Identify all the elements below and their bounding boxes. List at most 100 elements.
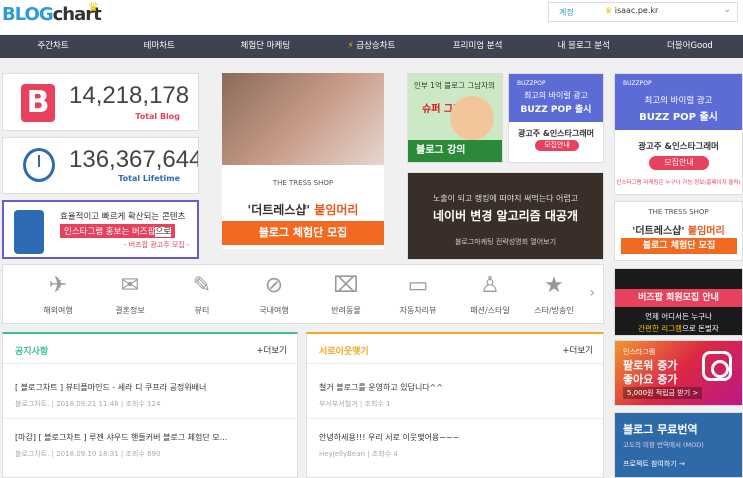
right-buzz2-line1: 언제 어디서든 누구나 bbox=[645, 312, 712, 321]
right-insta-ad[interactable]: 인스타그램 팔로워 증가 좋아요 증가 5,000원 적립금 받기 > bbox=[614, 340, 743, 406]
account-name: isaac.pe.kr bbox=[614, 6, 659, 15]
naver-algorithm-ad[interactable]: 노출이 되고 랭킹에 떠야지 써먹는다 어렵고 네이버 변경 알고리즘 대공개 … bbox=[407, 172, 604, 260]
bolt-icon: ⚡ bbox=[347, 41, 354, 51]
nav-item-premium[interactable]: 프리미엄 분석 bbox=[425, 35, 531, 58]
right-blue-line2: 고도의 미항 번역에서 (MOD) bbox=[623, 441, 704, 449]
green-ad-line1: 인부 1억 블로그 그남자의 bbox=[414, 81, 495, 90]
bone-icon: ⌧ bbox=[333, 273, 359, 298]
right-tress-recruit-button[interactable]: 블로그 체험단 모집 bbox=[621, 238, 737, 254]
stopwatch-icon bbox=[23, 148, 55, 182]
ad-insta-line2-highlight: 인스타그램 홍보는 버즈팝 bbox=[64, 227, 156, 237]
post-meta: HeyJellyBean | 조회수 4 bbox=[319, 450, 398, 458]
right-buzzpop-brand: BUZZPOP bbox=[623, 80, 652, 87]
right-tress-title-a: '더트레스샵' bbox=[632, 226, 685, 237]
account-dropdown[interactable]: 계정 ♛ isaac.pe.kr ⌄ bbox=[548, 2, 738, 22]
tress-title-a: '더트레스샵' bbox=[247, 203, 311, 217]
buzzpop-insta-ad[interactable]: 효율적이고 빠르게 확산되는 콘텐츠 인스타그램 홍보는 버즈팝으로 - 버즈팝… bbox=[2, 200, 199, 259]
category-label: 해외여행 bbox=[43, 306, 73, 315]
nav-item-theme[interactable]: 테마차트 bbox=[106, 35, 212, 58]
right-insta-line4[interactable]: 5,000원 적립금 받기 > bbox=[623, 387, 703, 399]
buzzpop-small-ad[interactable]: BUZZPOP 최고의 바이럴 광고 BUZZ POP 출시 광고주 &인스타그… bbox=[508, 73, 604, 163]
chevron-down-icon: ⌄ bbox=[723, 5, 731, 15]
neighbor-header: 서로이웃맺기 +더보기 bbox=[307, 334, 603, 364]
dress-icon: ♙ bbox=[480, 273, 500, 298]
compass-icon: ⊘ bbox=[264, 273, 284, 298]
right-buzzpop-member-ad[interactable]: 버즈팝 회원모집 안내 언제 어디서든 누구나 간편한 리그램으로 돈벌자 bbox=[614, 268, 743, 336]
category-travel-domestic[interactable]: ⊘ 국내여행 bbox=[243, 271, 305, 316]
tress-title: '더트레스샵' 붙임머리 bbox=[222, 201, 384, 218]
dark-ad-line3: 블로그마케팅 전략성명회 열어보기 bbox=[454, 238, 557, 246]
main-nav: 주간차트 테마차트 체험단 마케팅 ⚡ 급상승차트 프리미엄 분석 내 블로그 … bbox=[0, 35, 743, 58]
airplane-icon: ✈ bbox=[48, 273, 68, 298]
dark-ad-line2: 네이버 변경 알고리즘 대공개 bbox=[432, 209, 578, 223]
right-buzzpop-ad[interactable]: BUZZPOP 최고의 바이럴 광고 BUZZ POP 출시 광고주 &인스타그… bbox=[614, 73, 743, 195]
right-blue-line3[interactable]: 프로젝트 참여하기 → bbox=[623, 459, 685, 469]
post-title[interactable]: 철거 블로그를 운영하고 있답니다^^ bbox=[319, 382, 589, 393]
right-insta-line3: 좋아요 증가 bbox=[623, 373, 678, 386]
right-blue-line1: 블로그 무료번역 bbox=[623, 423, 698, 436]
blog-b-icon: B bbox=[21, 84, 55, 122]
chevron-right-icon[interactable]: › bbox=[589, 285, 595, 301]
nav-item-my-blog[interactable]: 내 블로그 분석 bbox=[531, 35, 637, 58]
list-item[interactable]: [마감] [ 블로그차트 ] 루젠 샤우드 핸들커버 블로그 체험단 모... … bbox=[15, 432, 285, 459]
total-blog-card: B 14,218,178 Total Blog bbox=[2, 73, 199, 131]
account-value: ♛ isaac.pe.kr bbox=[605, 6, 658, 15]
category-beauty[interactable]: ✎ 뷰티 bbox=[171, 271, 233, 316]
nav-item-experience[interactable]: 체험단 마케팅 bbox=[212, 35, 318, 58]
right-buzzpop-line1: 최고의 바이럴 광고 bbox=[644, 96, 713, 106]
instagram-icon bbox=[702, 351, 732, 381]
notice-panel: 공지사항 +더보기 [ 블로그차트 ] 뷰티플마인드 - 세라 디 쿠프라 공정… bbox=[2, 332, 298, 478]
category-car-review[interactable]: ▭ 자동차리뷰 bbox=[387, 271, 449, 316]
neighbor-panel: 서로이웃맺기 +더보기 철거 블로그를 운영하고 있답니다^^ 부서부서철거 |… bbox=[306, 332, 604, 478]
header: BLOGchart ♛ 계정 ♛ isaac.pe.kr ⌄ bbox=[0, 0, 743, 34]
tress-shop-name: THE TRESS SHOP bbox=[272, 179, 334, 187]
tress-shop-ad[interactable]: THE TRESS SHOP '더트레스샵' 붙임머리 블로그 체험단 모집 bbox=[222, 73, 384, 249]
right-translate-ad[interactable]: 블로그 무료번역 고도의 미항 번역에서 (MOD) 프로젝트 참여하기 → bbox=[614, 412, 743, 478]
category-label: 반려동물 bbox=[331, 306, 361, 315]
nav-item-weekly[interactable]: 주간차트 bbox=[0, 35, 106, 58]
buzzpop-info-button[interactable]: 모집안내 bbox=[535, 140, 579, 151]
category-pets[interactable]: ⌧ 반려동물 bbox=[315, 271, 377, 316]
category-star[interactable]: ★ 스타/방송인 bbox=[523, 271, 585, 316]
nav-item-rising-label: 급상승차트 bbox=[356, 41, 396, 51]
right-tress-title-b: 붙임머리 bbox=[687, 226, 725, 237]
cosmetics-icon: ✎ bbox=[192, 273, 212, 298]
list-item[interactable]: [ 블로그차트 ] 뷰티플마인드 - 세라 디 쿠프라 공정위배너 블로그차트.… bbox=[15, 382, 285, 409]
category-wedding[interactable]: ✉ 결혼정보 bbox=[99, 271, 161, 316]
green-ad-line3: 블로그 강의 bbox=[408, 140, 502, 162]
post-title[interactable]: [마감] [ 블로그차트 ] 루젠 샤우드 핸들커버 블로그 체험단 모... bbox=[15, 432, 285, 443]
list-item[interactable]: 안녕하세용!!! 우리 서로 이웃맺어용~~~ HeyJellyBean | 조… bbox=[319, 432, 589, 459]
phone-icon bbox=[14, 210, 44, 254]
post-title[interactable]: 안녕하세용!!! 우리 서로 이웃맺어용~~~ bbox=[319, 432, 589, 443]
divider bbox=[307, 418, 603, 419]
right-buzz2-line2a: 간편한 리그램 bbox=[638, 324, 682, 333]
post-title[interactable]: [ 블로그차트 ] 뷰티플마인드 - 세라 디 쿠프라 공정위배너 bbox=[15, 382, 285, 393]
notice-more-link[interactable]: +더보기 bbox=[256, 344, 287, 356]
list-item[interactable]: 철거 블로그를 운영하고 있답니다^^ 부서부서철거 | 조회수 1 bbox=[319, 382, 589, 409]
right-buzz2-line2: 간편한 리그램으로 돈벌자 bbox=[615, 323, 742, 334]
ad-insta-line3: - 버즈팝 광고주 모집 - bbox=[124, 241, 190, 249]
right-buzz2-banner: 버즈팝 회원모집 안내 bbox=[615, 289, 742, 307]
neighbor-more-link[interactable]: +더보기 bbox=[562, 344, 593, 356]
nav-item-good[interactable]: 더블어Good bbox=[637, 35, 743, 58]
post-meta: 블로그차트. | 2018.09.10 18:31 | 조회수 690 bbox=[15, 450, 161, 458]
ad-insta-line1: 효율적이고 빠르게 확산되는 콘텐츠 bbox=[60, 212, 186, 222]
total-lifetime-count: 136,367,644 bbox=[69, 146, 199, 173]
crown-icon: ♛ bbox=[88, 0, 99, 14]
blog-lecture-ad[interactable]: 인부 1억 블로그 그남자의 슈퍼 그레잇 블로그 강의 bbox=[407, 73, 503, 163]
category-travel-abroad[interactable]: ✈ 해외여행 bbox=[27, 271, 89, 316]
right-buzzpop-banner: BUZZPOP 최고의 바이럴 광고 BUZZ POP 출시 bbox=[615, 74, 742, 130]
right-buzzpop-info-button[interactable]: 모집안내 bbox=[649, 156, 709, 170]
total-blog-count: 14,218,178 bbox=[69, 82, 190, 109]
total-lifetime-label: Total Lifetime bbox=[118, 174, 180, 183]
post-meta: 부서부서철거 | 조회수 1 bbox=[319, 400, 391, 408]
category-bar: ✈ 해외여행 ✉ 결혼정보 ✎ 뷰티 ⊘ 국내여행 ⌧ 반려동물 ▭ 자동차리뷰 ♙ 패션/스… bbox=[2, 264, 604, 324]
logo[interactable]: BLOGchart bbox=[2, 4, 102, 25]
right-tress-ad[interactable]: THE TRESS SHOP '더트레스샵' 붙임머리 블로그 체험단 모집 bbox=[614, 201, 743, 261]
right-buzzpop-line4: 인스타그램 마케팅은 누구나 가능 정보(홈페이지 클릭) bbox=[616, 180, 741, 186]
tress-recruit-button[interactable]: 블로그 체험단 모집 bbox=[222, 221, 384, 245]
category-label: 패션/스타일 bbox=[470, 306, 510, 315]
nav-item-rising[interactable]: ⚡ 급상승차트 bbox=[318, 35, 424, 58]
buzzpop-brand: BUZZPOP bbox=[517, 80, 546, 87]
category-fashion[interactable]: ♙ 패션/스타일 bbox=[459, 271, 521, 316]
